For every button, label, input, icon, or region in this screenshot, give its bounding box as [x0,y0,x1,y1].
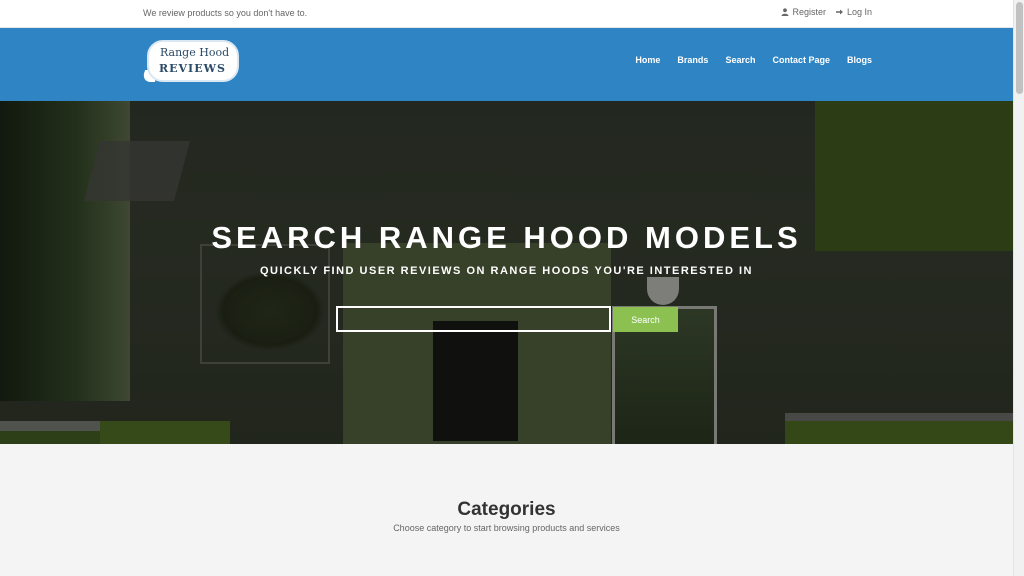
account-links: Register Log In [781,7,872,17]
hero-subtitle: QUICKLY FIND USER REVIEWS ON RANGE HOODS… [259,265,754,277]
page-scrollbar[interactable] [1013,0,1024,576]
categories-section: Categories Choose category to start brow… [0,444,1013,576]
hero-title: SEARCH RANGE HOOD MODELS [211,220,802,255]
register-label: Register [792,7,826,17]
hero-banner: SEARCH RANGE HOOD MODELS QUICKLY FIND US… [0,101,1013,444]
site-tagline: We review products so you don't have to. [143,8,308,18]
logo-line-2: REVIEWS [159,62,226,75]
scrollbar-thumb[interactable] [1016,2,1023,94]
login-label: Log In [846,7,872,17]
user-icon [781,8,789,16]
categories-title: Categories [457,499,556,520]
sign-in-icon [835,9,843,15]
main-menu: Home Brands Search Contact Page Blogs [635,55,872,65]
search-button[interactable]: Search [613,307,678,332]
login-link[interactable]: Log In [835,7,872,17]
site-logo[interactable]: Range Hood REVIEWS [140,40,239,82]
logo-line-1: Range Hood [160,46,230,59]
top-bar: We review products so you don't have to.… [0,0,1013,28]
nav-item-blogs[interactable]: Blogs [847,55,872,65]
register-link[interactable]: Register [781,7,826,17]
search-input[interactable] [336,306,611,332]
nav-item-contact[interactable]: Contact Page [772,55,830,65]
main-navbar: Range Hood REVIEWS Home Brands Search Co… [0,28,1013,101]
nav-item-brands[interactable]: Brands [677,55,708,65]
categories-subtitle: Choose category to start browsing produc… [393,523,620,533]
nav-item-search[interactable]: Search [725,55,755,65]
nav-item-home[interactable]: Home [635,55,660,65]
